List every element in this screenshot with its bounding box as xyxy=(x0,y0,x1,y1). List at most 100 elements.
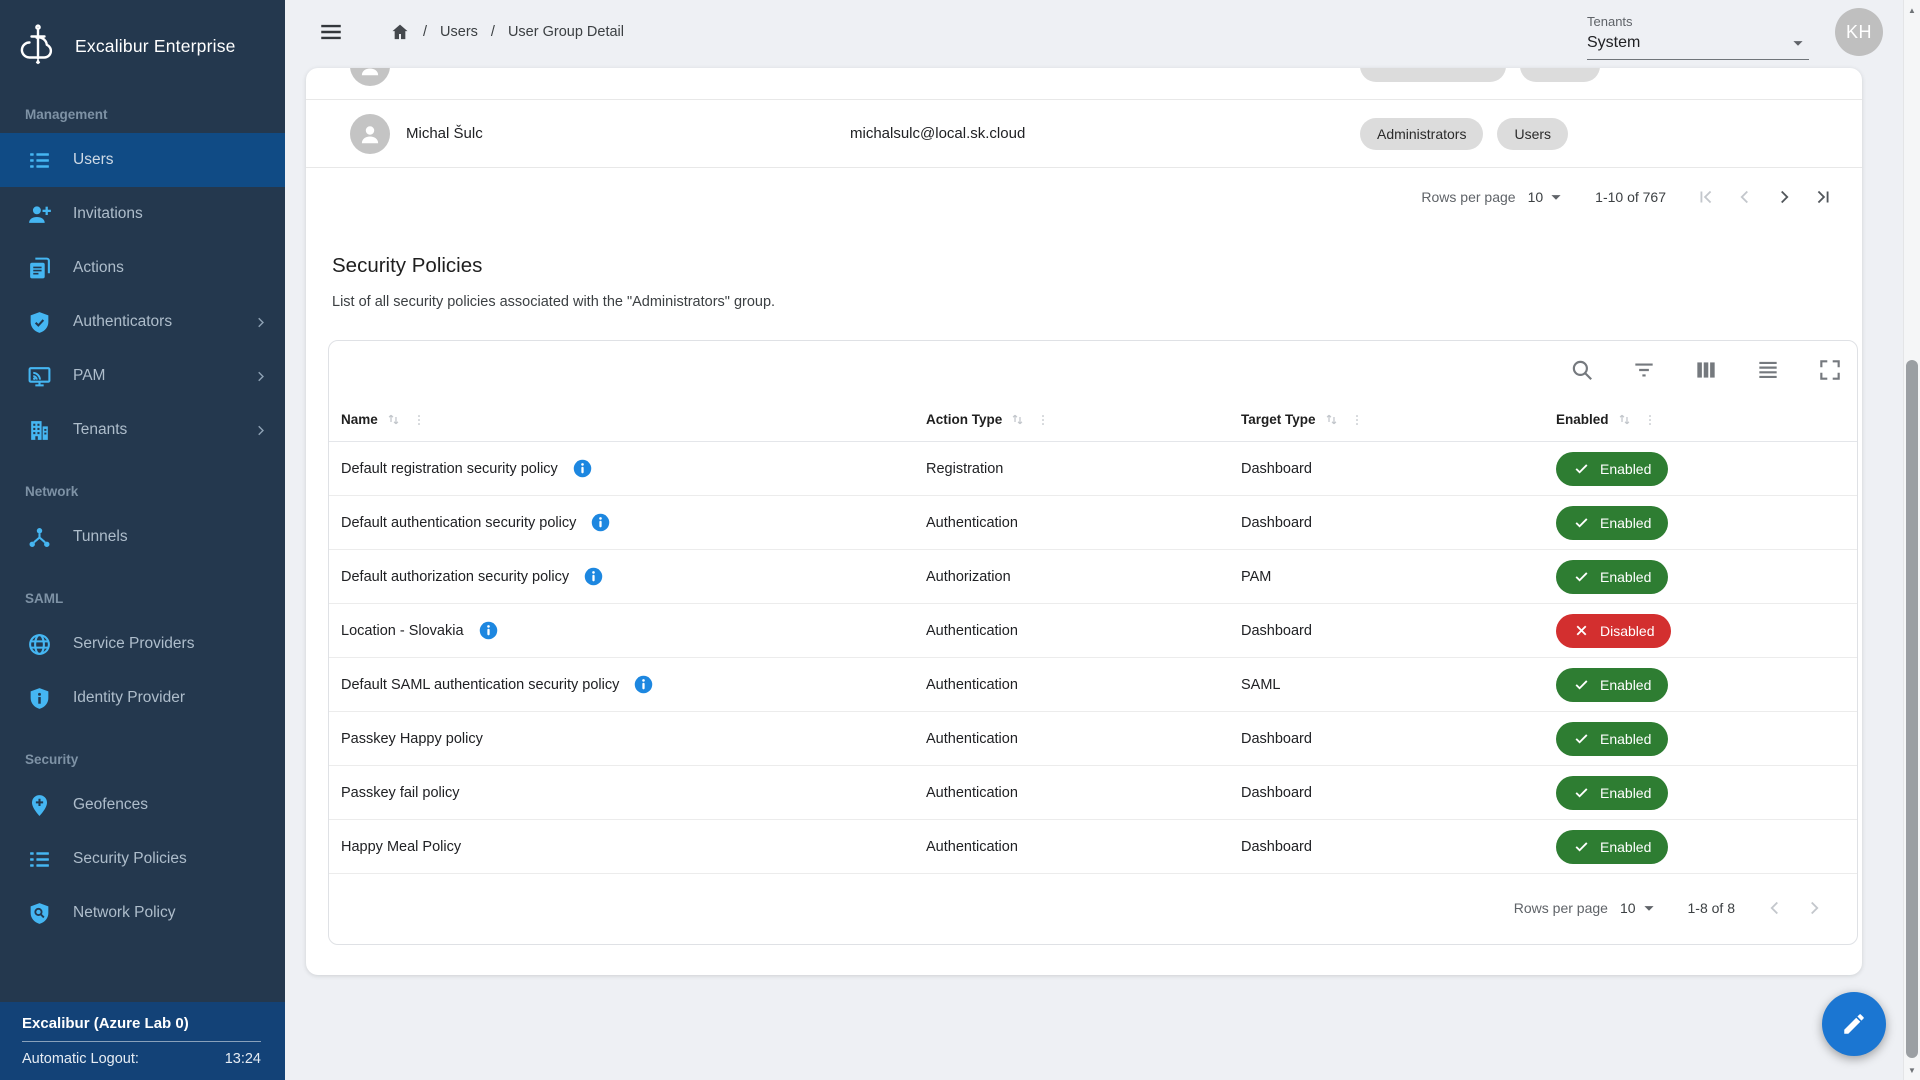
topbar: / Users / User Group Detail Tenants Syst… xyxy=(285,0,1903,64)
sidebar-item-network-policy[interactable]: Network Policy xyxy=(0,886,285,940)
edit-fab-button[interactable] xyxy=(1822,992,1886,1056)
sidebar-item-pam[interactable]: PAM xyxy=(0,349,285,403)
chevron-left-icon[interactable] xyxy=(1758,891,1792,925)
rows-per-page-select[interactable]: 10 xyxy=(1528,186,1568,208)
footer-tenant-name: Excalibur (Azure Lab 0) xyxy=(22,1015,261,1041)
policy-action-type: Authentication xyxy=(926,677,1241,693)
last-page-icon[interactable] xyxy=(1806,180,1840,214)
scroll-down-arrow-icon[interactable]: ▼ xyxy=(1904,1062,1920,1078)
list-icon xyxy=(27,847,52,872)
column-header-name[interactable]: Name xyxy=(341,411,926,428)
policy-target-type: Dashboard xyxy=(1241,461,1556,477)
group-chip[interactable] xyxy=(1520,68,1600,82)
policy-state-button[interactable]: Enabled xyxy=(1556,776,1668,810)
policy-state-button[interactable]: Disabled xyxy=(1556,614,1671,648)
users-pagination: Rows per page 10 1-10 of 767 xyxy=(306,168,1862,226)
policy-row-default-authorization-security-policy: Default authorization security policyAut… xyxy=(329,550,1857,604)
menu-icon[interactable] xyxy=(318,19,344,45)
sidebar-item-geofences[interactable]: Geofences xyxy=(0,778,285,832)
sidebar-item-tenants[interactable]: Tenants xyxy=(0,403,285,457)
group-chip-users[interactable]: Users xyxy=(1497,118,1568,150)
check-icon xyxy=(1573,730,1590,747)
policy-state-button[interactable]: Enabled xyxy=(1556,830,1668,864)
sidebar-item-invitations[interactable]: Invitations xyxy=(0,187,285,241)
sidebar-item-security-policies[interactable]: Security Policies xyxy=(0,832,285,886)
rows-per-page-select[interactable]: 10 xyxy=(1620,897,1660,919)
breadcrumb-users[interactable]: Users xyxy=(440,24,478,40)
sort-icon[interactable] xyxy=(1323,411,1340,428)
policy-target-type: Dashboard xyxy=(1241,515,1556,531)
info-icon[interactable] xyxy=(478,620,499,641)
sidebar-item-actions[interactable]: Actions xyxy=(0,241,285,295)
sidebar-item-label: Authenticators xyxy=(73,313,172,331)
fullscreen-icon[interactable] xyxy=(1817,357,1843,383)
policy-state-button[interactable]: Enabled xyxy=(1556,560,1668,594)
sort-icon[interactable] xyxy=(1009,411,1026,428)
arrow-drop-down-icon xyxy=(1545,186,1567,208)
info-icon[interactable] xyxy=(633,674,654,695)
kebab-icon[interactable] xyxy=(411,412,427,428)
column-label: Target Type xyxy=(1241,412,1316,427)
sidebar-item-identity-provider[interactable]: Identity Provider xyxy=(0,671,285,725)
policy-state-button[interactable]: Enabled xyxy=(1556,668,1668,702)
chevron-right-icon xyxy=(252,314,269,331)
tenant-select[interactable]: Tenants System xyxy=(1587,14,1809,60)
vertical-scrollbar[interactable]: ▲ ▼ xyxy=(1903,0,1920,1080)
column-header-enabled[interactable]: Enabled xyxy=(1556,411,1857,428)
column-header-target-type[interactable]: Target Type xyxy=(1241,411,1556,428)
scroll-up-arrow-icon[interactable]: ▲ xyxy=(1904,2,1920,18)
kebab-icon[interactable] xyxy=(1035,412,1051,428)
chevron-right-icon xyxy=(252,368,269,385)
kebab-icon[interactable] xyxy=(1349,412,1365,428)
policy-name: Default authorization security policy xyxy=(341,569,569,585)
policies-pagination: Rows per page 10 1-8 of 8 xyxy=(329,874,1857,942)
group-chip-administrators[interactable]: Administrators xyxy=(1360,118,1483,150)
kebab-icon[interactable] xyxy=(1642,412,1658,428)
search-icon[interactable] xyxy=(1569,357,1595,383)
sidebar-item-label: PAM xyxy=(73,367,105,385)
policy-row-default-saml-authentication-security-policy: Default SAML authentication security pol… xyxy=(329,658,1857,712)
check-icon xyxy=(1573,514,1590,531)
building-icon xyxy=(27,418,52,443)
tenant-select-value: System xyxy=(1587,34,1640,52)
density-icon[interactable] xyxy=(1755,357,1781,383)
info-icon[interactable] xyxy=(572,458,593,479)
user-row[interactable]: Michal Šulc michalsulc@local.sk.cloud Ad… xyxy=(306,100,1862,168)
home-icon[interactable] xyxy=(390,22,410,42)
info-icon[interactable] xyxy=(590,512,611,533)
arrow-drop-down-icon xyxy=(1787,32,1809,54)
sidebar-item-service-providers[interactable]: Service Providers xyxy=(0,617,285,671)
sidebar-item-users[interactable]: Users xyxy=(0,133,285,187)
filter-icon[interactable] xyxy=(1631,357,1657,383)
policy-state-button[interactable]: Enabled xyxy=(1556,722,1668,756)
sort-icon[interactable] xyxy=(1616,411,1633,428)
sidebar-item-label: Security Policies xyxy=(73,850,187,868)
policy-action-type: Authentication xyxy=(926,839,1241,855)
chevron-right-icon[interactable] xyxy=(1797,891,1831,925)
chevron-right-icon xyxy=(252,422,269,439)
sidebar-item-tunnels[interactable]: Tunnels xyxy=(0,510,285,564)
columns-icon[interactable] xyxy=(1693,357,1719,383)
first-page-icon[interactable] xyxy=(1689,180,1723,214)
policy-state-button[interactable]: Enabled xyxy=(1556,506,1668,540)
info-icon[interactable] xyxy=(583,566,604,587)
sort-icon[interactable] xyxy=(385,411,402,428)
chevron-left-icon[interactable] xyxy=(1728,180,1762,214)
sidebar-item-authenticators[interactable]: Authenticators xyxy=(0,295,285,349)
chevron-right-icon[interactable] xyxy=(1767,180,1801,214)
policy-row-default-registration-security-policy: Default registration security policyRegi… xyxy=(329,442,1857,496)
shield-info-icon xyxy=(27,686,52,711)
shield-check-icon xyxy=(27,310,52,335)
user-avatar[interactable]: KH xyxy=(1835,8,1883,56)
pencil-icon xyxy=(1841,1011,1867,1037)
tenant-select-label: Tenants xyxy=(1587,14,1809,29)
breadcrumb-separator: / xyxy=(423,24,427,40)
scrollbar-thumb[interactable] xyxy=(1906,360,1918,1058)
table-toolbar xyxy=(329,341,1857,398)
arrow-drop-down-icon xyxy=(1638,897,1660,919)
column-header-action-type[interactable]: Action Type xyxy=(926,411,1241,428)
group-chip[interactable] xyxy=(1360,68,1506,82)
pin-plus-icon xyxy=(27,793,52,818)
policy-row-passkey-fail-policy: Passkey fail policyAuthenticationDashboa… xyxy=(329,766,1857,820)
policy-state-button[interactable]: Enabled xyxy=(1556,452,1668,486)
